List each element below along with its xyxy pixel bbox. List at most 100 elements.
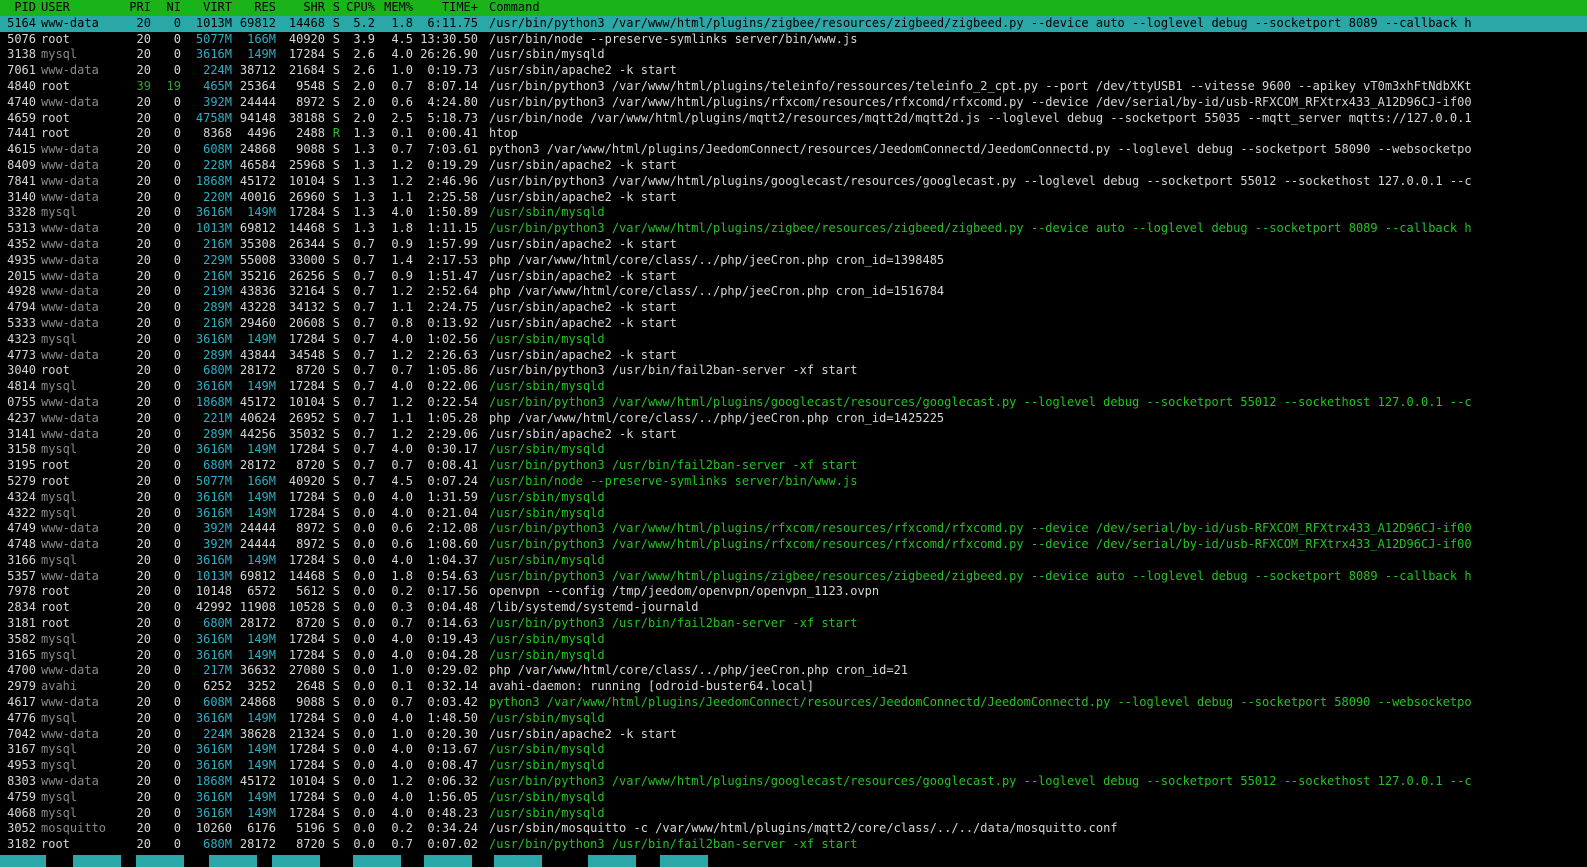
process-row[interactable]: 4237 www-data 20 0 221M 40624 26952 S 0.7 1.1 1:05… xyxy=(0,411,1587,427)
process-row[interactable]: 4068 mysql 20 0 3616M 149M 17284 S 0.0 4.0 0:48.23… xyxy=(0,806,1587,822)
fkey-slot[interactable] xyxy=(136,855,184,867)
header-mem[interactable]: MEM% xyxy=(375,0,413,16)
cell-cpu: 2.0 xyxy=(353,110,375,125)
process-row[interactable]: 4773 www-data 20 0 289M 43844 34548 S 0.7 1.2 2:26… xyxy=(0,348,1587,364)
process-row[interactable]: 3040 root 20 0 680M 28172 8720 S 0.7 0.7 1:05.86/u… xyxy=(0,363,1587,379)
process-row[interactable]: 3140 www-data 20 0 220M 40016 26960 S 1.3 1.1 2:25… xyxy=(0,190,1587,206)
cell-res: 44256 xyxy=(239,426,276,441)
fkey-slot[interactable] xyxy=(424,855,472,867)
header-user[interactable]: USER xyxy=(36,0,121,16)
process-row[interactable]: 4659 root 20 0 4758M 94148 38188 S 2.0 2.5 5:18.73… xyxy=(0,111,1587,127)
fkey-slot[interactable] xyxy=(660,855,708,867)
process-row[interactable]: 3166 mysql 20 0 3616M 149M 17284 S 0.0 4.0 1:04.37… xyxy=(0,553,1587,569)
cell-pid: 7841 xyxy=(7,173,36,188)
cell-cmd: /usr/sbin/apache2 -k start xyxy=(489,300,677,315)
process-row[interactable]: 3167 mysql 20 0 3616M 149M 17284 S 0.0 4.0 0:13.67… xyxy=(0,742,1587,758)
process-row[interactable]: 4814 mysql 20 0 3616M 149M 17284 S 0.7 4.0 0:22.06… xyxy=(0,379,1587,395)
cell-virt: 220M xyxy=(203,189,232,204)
process-row[interactable]: 7978 root 20 0 10148 6572 5612 S 0.0 0.2 0:17.56 op… xyxy=(0,584,1587,600)
header-ni[interactable]: NI xyxy=(151,0,181,16)
fkey-slot[interactable] xyxy=(272,855,320,867)
process-row[interactable]: 0755 www-data 20 0 1868M 45172 10104 S 0.7 1.2 0:2… xyxy=(0,395,1587,411)
cell-s: S xyxy=(332,268,340,283)
process-row[interactable]: 4322 mysql 20 0 3616M 149M 17284 S 0.0 4.0 0:21.04… xyxy=(0,506,1587,522)
process-row[interactable]: 4794 www-data 20 0 289M 43228 34132 S 0.7 1.1 2:24… xyxy=(0,300,1587,316)
cell-pid: 3181 xyxy=(7,616,36,631)
cell-cmd: /usr/sbin/apache2 -k start xyxy=(489,426,677,441)
process-row[interactable]: 5279 root 20 0 5077M 166M 40920 S 0.7 4.5 0:07.24 /… xyxy=(0,474,1587,490)
process-row[interactable]: 4749 www-data 20 0 392M 24444 8972 S 0.0 0.6 2:12.… xyxy=(0,521,1587,537)
process-row[interactable]: 3328 mysql 20 0 3616M 149M 17284 S 1.3 4.0 1:50.89… xyxy=(0,205,1587,221)
fkey-slot[interactable] xyxy=(494,855,542,867)
header-res[interactable]: RES xyxy=(232,0,276,16)
process-row[interactable]: 4617 www-data 20 0 608M 24868 9088 S 0.0 0.7 0:03.… xyxy=(0,695,1587,711)
process-row[interactable]: 4352 www-data 20 0 216M 35308 26344 S 0.7 0.9 1:57… xyxy=(0,237,1587,253)
process-row[interactable]: 4324 mysql 20 0 3616M 149M 17284 S 0.0 4.0 1:31.59… xyxy=(0,490,1587,506)
process-row[interactable]: 3052 mosquitto 20 0 10260 6176 5196 S 0.0 0.2 0:34… xyxy=(0,821,1587,837)
cell-cpu: 0.0 xyxy=(353,789,375,804)
process-row[interactable]: 4700 www-data 20 0 217M 36632 27080 S 0.0 1.0 0:29… xyxy=(0,663,1587,679)
fkey-slot[interactable] xyxy=(0,855,46,867)
cell-user: mysql xyxy=(41,489,78,504)
process-row[interactable]: 5357 www-data 20 0 1013M 69812 14468 S 0.0 1.8 0:5… xyxy=(0,569,1587,585)
cell-pid: 3167 xyxy=(7,742,36,757)
process-row[interactable]: 3165 mysql 20 0 3616M 149M 17284 S 0.0 4.0 0:04.28… xyxy=(0,648,1587,664)
header-shr[interactable]: SHR xyxy=(276,0,325,16)
process-row[interactable]: 4953 mysql 20 0 3616M 149M 17284 S 0.0 4.0 0:08.47… xyxy=(0,758,1587,774)
cell-s: S xyxy=(332,94,340,109)
cell-cpu: 0.7 xyxy=(353,473,375,488)
header-pid[interactable]: PID xyxy=(0,0,36,16)
cell-cmd: /lib/systemd/systemd-journald xyxy=(489,600,699,615)
process-row[interactable]: 4759 mysql 20 0 3616M 149M 17284 S 0.0 4.0 1:56.05… xyxy=(0,790,1587,806)
cell-pid: 4748 xyxy=(7,537,36,552)
cell-cmd: /usr/bin/python3 /var/www/html/plugins/t… xyxy=(489,78,1472,93)
process-row[interactable]: 2834 root 20 0 42992 11908 10528 S 0.0 0.3 0:04.48… xyxy=(0,600,1587,616)
header-cpu[interactable]: CPU% xyxy=(340,0,375,16)
process-row[interactable]: 4840 root 39 19 465M 25364 9548 S 2.0 0.7 8:07.14 /… xyxy=(0,79,1587,95)
fkey-slot[interactable] xyxy=(588,855,636,867)
cell-cmd: /usr/sbin/mysqld xyxy=(489,552,605,567)
fkey-slot[interactable] xyxy=(353,855,401,867)
header-state[interactable]: S xyxy=(325,0,340,16)
process-row[interactable]: 7061 www-data 20 0 224M 38712 21684 S 2.6 1.0 0:19… xyxy=(0,63,1587,79)
fkey-slot[interactable] xyxy=(73,855,121,867)
process-row[interactable]: 5333 www-data 20 0 216M 29460 20608 S 0.7 0.8 0:13… xyxy=(0,316,1587,332)
process-row[interactable]: 3138 mysql 20 0 3616M 149M 17284 S 2.6 4.0 26:26.9… xyxy=(0,47,1587,63)
process-row[interactable]: 4740 www-data 20 0 392M 24444 8972 S 2.0 0.6 4:24.… xyxy=(0,95,1587,111)
process-row[interactable]: 4776 mysql 20 0 3616M 149M 17284 S 0.0 4.0 1:48.50… xyxy=(0,711,1587,727)
process-row[interactable]: 4928 www-data 20 0 219M 43836 32164 S 0.7 1.2 2:52… xyxy=(0,284,1587,300)
process-row[interactable]: 3181 root 20 0 680M 28172 8720 S 0.0 0.7 0:14.63/u… xyxy=(0,616,1587,632)
process-row[interactable]: 3582 mysql 20 0 3616M 149M 17284 S 0.0 4.0 0:19.43… xyxy=(0,632,1587,648)
process-row[interactable]: 7042 www-data 20 0 224M 38628 21324 S 0.0 1.0 0:20… xyxy=(0,727,1587,743)
fkey-slot[interactable] xyxy=(209,855,257,867)
header-virt[interactable]: VIRT xyxy=(181,0,232,16)
cell-time: 0:34.24 xyxy=(427,821,478,836)
cell-time: 7:03.61 xyxy=(427,142,478,157)
process-row[interactable]: 4323 mysql 20 0 3616M 149M 17284 S 0.7 4.0 1:02.56… xyxy=(0,332,1587,348)
header-pri[interactable]: PRI xyxy=(121,0,151,16)
process-row[interactable]: 8303 www-data 20 0 1868M 45172 10104 S 0.0 1.2 0:0… xyxy=(0,774,1587,790)
cell-shr: 17284 xyxy=(288,552,325,567)
cell-mem: 4.0 xyxy=(391,742,413,757)
process-row[interactable]: 4748 www-data 20 0 392M 24444 8972 S 0.0 0.6 1:08.… xyxy=(0,537,1587,553)
process-row[interactable]: 2015 www-data 20 0 216M 35216 26256 S 0.7 0.9 1:51… xyxy=(0,269,1587,285)
cell-time: 1:48.50 xyxy=(427,710,478,725)
process-row[interactable]: 3158 mysql 20 0 3616M 149M 17284 S 0.7 4.0 0:30.17… xyxy=(0,442,1587,458)
process-row[interactable]: 4935 www-data 20 0 229M 55008 33000 S 0.7 1.4 2:17… xyxy=(0,253,1587,269)
process-row[interactable]: 5076 root 20 0 5077M 166M 40920 S 3.9 4.5 13:30.50… xyxy=(0,32,1587,48)
cell-mem: 4.0 xyxy=(391,631,413,646)
process-row[interactable]: 3195 root 20 0 680M 28172 8720 S 0.7 0.7 0:08.41/u… xyxy=(0,458,1587,474)
process-row[interactable]: 3141 www-data 20 0 289M 44256 35032 S 0.7 1.2 2:29… xyxy=(0,427,1587,443)
cell-pri: 20 xyxy=(136,173,151,188)
process-row[interactable]: 7441 root 20 0 8368 4496 2488 R 1.3 0.1 0:00.41 hto… xyxy=(0,126,1587,142)
process-row[interactable]: 7841 www-data 20 0 1868M 45172 10104 S 1.3 1.2 2:4… xyxy=(0,174,1587,190)
process-row[interactable]: 8409 www-data 20 0 228M 46584 25968 S 1.3 1.2 0:19… xyxy=(0,158,1587,174)
cell-virt: 219M xyxy=(203,284,232,299)
process-row[interactable]: 2979 avahi 20 0 6252 3252 2648 S 0.0 0.1 0:32.14 av… xyxy=(0,679,1587,695)
header-time[interactable]: TIME+ xyxy=(413,0,478,16)
process-row[interactable]: 5164 www-data 20 0 1013M 69812 14468 S 5.2 1.8 6:1… xyxy=(0,15,1587,32)
process-row[interactable]: 5313 www-data 20 0 1013M 69812 14468 S 1.3 1.8 1:1… xyxy=(0,221,1587,237)
process-row[interactable]: 3182 root 20 0 680M 28172 8720 S 0.0 0.7 0:07.02/u… xyxy=(0,837,1587,853)
header-command[interactable]: Command xyxy=(478,0,1587,16)
process-row[interactable]: 4615 www-data 20 0 608M 24868 9088 S 1.3 0.7 7:03.… xyxy=(0,142,1587,158)
